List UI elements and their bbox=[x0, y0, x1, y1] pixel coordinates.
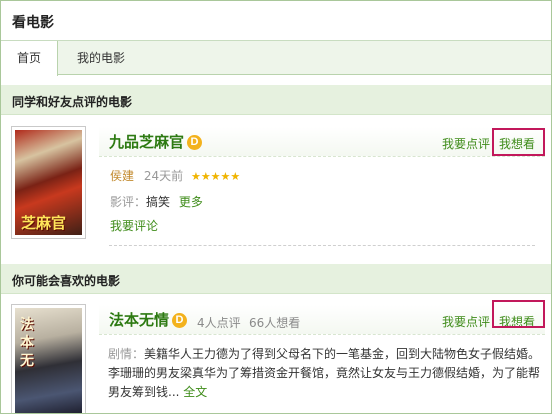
write-review-link[interactable]: 我要点评 bbox=[442, 135, 490, 152]
section-title: 同学和好友点评的电影 bbox=[12, 95, 133, 109]
douban-d-icon: D bbox=[187, 135, 203, 150]
add-comment-link[interactable]: 我要评论 bbox=[110, 217, 158, 234]
movie-title-link[interactable]: 九品芝麻官 D bbox=[109, 131, 203, 152]
want-to-watch-highlight bbox=[492, 300, 545, 328]
want-to-watch-highlight bbox=[492, 128, 545, 156]
review-count: 4人点评 bbox=[197, 316, 241, 330]
movie-title-bar: 九品芝麻官 D 我要点评 我想看 bbox=[99, 127, 545, 157]
plot-label: 剧情： bbox=[108, 347, 145, 361]
poster-title-art: 芝麻官 bbox=[21, 214, 67, 232]
poster-title-art: 法本无 bbox=[20, 317, 34, 369]
more-reviews-link[interactable]: 更多 bbox=[179, 195, 203, 209]
tab-home[interactable]: 首页 bbox=[1, 41, 58, 76]
section-title: 你可能会喜欢的电影 bbox=[12, 274, 121, 288]
movie-title-link[interactable]: 法本无情 D bbox=[109, 309, 188, 330]
read-full-link[interactable]: 全文 bbox=[183, 385, 207, 399]
movie-title-text: 九品芝麻官 bbox=[109, 133, 185, 151]
tab-bar: 首页 我的电影 bbox=[1, 41, 551, 76]
review-tags-label: 影评： bbox=[110, 195, 147, 209]
poster-image: 芝麻官 bbox=[15, 130, 82, 235]
divider bbox=[109, 245, 535, 246]
plot-text: 美籍华人王力德为了得到父母名下的一笔基金，回到大陆物色女子假结婚。李珊珊的男友梁… bbox=[108, 347, 541, 399]
review-author[interactable]: 侯建 bbox=[110, 169, 134, 183]
movie-title-text: 法本无情 bbox=[109, 311, 170, 329]
douban-d-icon: D bbox=[172, 313, 188, 328]
rating-stars-icon: ★★★★★ bbox=[190, 170, 241, 183]
want-count: 66人想看 bbox=[249, 316, 301, 330]
review-time: 24天前 bbox=[143, 169, 184, 183]
movie-poster[interactable]: 芝麻官 bbox=[11, 126, 86, 239]
movie-title-bar: 法本无情 D 4人点评 66人想看 我要点评 我想看 bbox=[99, 305, 545, 335]
review-tags-row: 影评：搞笑 更多 bbox=[110, 193, 203, 210]
app-title: 看电影 bbox=[12, 15, 54, 31]
app-header: 看电影 bbox=[1, 1, 551, 41]
review-tag: 搞笑 bbox=[146, 195, 171, 209]
write-review-link[interactable]: 我要点评 bbox=[442, 313, 490, 330]
section-friends-reviews: 同学和好友点评的电影 bbox=[1, 85, 551, 115]
plot-summary: 剧情：美籍华人王力德为了得到父母名下的一笔基金，回到大陆物色女子假结婚。李珊珊的… bbox=[108, 345, 544, 402]
section-recommendations: 你可能会喜欢的电影 bbox=[1, 264, 551, 294]
movie-app-window: 看电影 首页 我的电影 同学和好友点评的电影 芝麻官 九品芝麻官 D 我要点评 我… bbox=[0, 0, 552, 414]
tab-my-movies[interactable]: 我的电影 bbox=[71, 41, 131, 75]
movie-poster[interactable]: 法本无 bbox=[11, 304, 86, 413]
poster-image: 法本无 bbox=[15, 308, 82, 413]
review-meta-row: 侯建 24天前 ★★★★★ bbox=[110, 167, 240, 184]
